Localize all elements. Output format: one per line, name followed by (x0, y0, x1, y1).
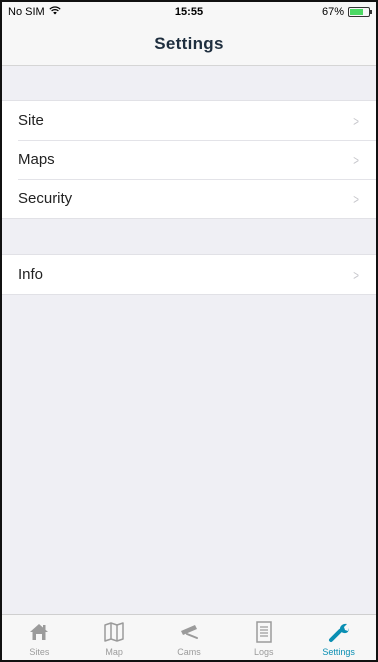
battery-percent: 67% (321, 6, 344, 18)
settings-group-main: Site > Maps > Security > (2, 100, 376, 219)
settings-row-security[interactable]: Security > (2, 179, 376, 218)
chevron-right-icon: > (353, 190, 359, 207)
tab-settings[interactable]: Settings (309, 615, 369, 657)
camera-icon (177, 619, 201, 645)
row-label: Maps (18, 151, 55, 168)
tab-label: Logs (254, 647, 274, 657)
app-screen: No SIM 15:55 67% Settings Site > Maps > … (0, 0, 378, 662)
settings-group-info: Info > (2, 254, 376, 295)
chevron-right-icon: > (353, 266, 359, 283)
tab-sites[interactable]: Sites (9, 615, 69, 657)
tab-bar: Sites Map Cams Logs Settings (2, 614, 376, 660)
settings-row-info[interactable]: Info > (2, 255, 376, 294)
tab-label: Map (105, 647, 123, 657)
wrench-icon (328, 619, 350, 645)
tab-label: Settings (322, 647, 355, 657)
page-title: Settings (154, 33, 224, 53)
settings-row-maps[interactable]: Maps > (2, 140, 376, 179)
row-label: Security (18, 190, 73, 207)
chevron-right-icon: > (353, 112, 359, 129)
row-label: Site (18, 112, 44, 129)
status-bar: No SIM 15:55 67% (2, 2, 376, 22)
tab-label: Sites (29, 647, 50, 657)
settings-row-site[interactable]: Site > (2, 101, 376, 140)
tab-cams[interactable]: Cams (159, 615, 219, 657)
clock: 15:55 (174, 6, 204, 18)
chevron-right-icon: > (353, 151, 359, 168)
tab-label: Cams (177, 647, 201, 657)
map-icon (103, 619, 125, 645)
battery-icon (348, 7, 372, 17)
navigation-bar: Settings (2, 22, 376, 66)
row-label: Info (18, 266, 44, 283)
list-icon (255, 619, 273, 645)
tab-map[interactable]: Map (84, 615, 144, 657)
battery-status: 67% (322, 6, 372, 18)
home-icon (28, 619, 50, 645)
tab-logs[interactable]: Logs (234, 615, 294, 657)
